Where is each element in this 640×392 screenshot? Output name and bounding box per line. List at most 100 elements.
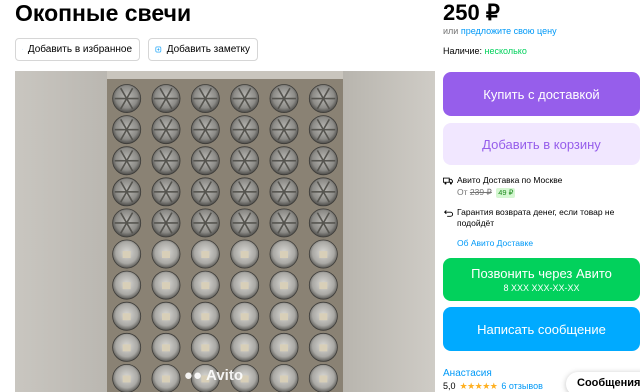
candle-tin: [308, 270, 338, 300]
messages-chat-label: Сообщения: [577, 377, 640, 389]
candle-tin: [308, 332, 338, 362]
candle-tin: [230, 301, 260, 331]
seller-rating: 5,0 ★★★★★ 6 отзывов: [443, 381, 543, 392]
add-note-label: Добавить заметку: [166, 44, 250, 55]
note-icon: [155, 46, 162, 53]
buy-with-delivery-button[interactable]: Купить с доставкой: [443, 72, 640, 116]
masked-phone-number: 8 XXX XXX-XX-XX: [503, 283, 580, 293]
call-via-avito-button[interactable]: Позвонить через Авито 8 XXX XXX-XX-XX: [443, 258, 640, 301]
add-to-favorites-button[interactable]: Добавить в избранное: [15, 38, 140, 61]
candle-tin: [151, 239, 181, 269]
candle-tin: [308, 84, 338, 113]
candle-tin: [269, 301, 299, 331]
candle-tin: [190, 332, 220, 362]
candle-tin: [190, 84, 220, 113]
listing-photo[interactable]: ●● Avito: [107, 71, 343, 392]
candle-tin: [190, 208, 220, 238]
gallery-blur-left: [15, 71, 107, 392]
candle-tin: [190, 146, 220, 176]
candle-tin: [151, 146, 181, 176]
candle-tin: [151, 364, 181, 392]
candle-tin: [230, 332, 260, 362]
candle-tin: [151, 177, 181, 207]
candle-tin: [190, 177, 220, 207]
candle-tin: [190, 301, 220, 331]
seller-rating-value: 5,0: [443, 381, 456, 391]
candle-tin: [308, 301, 338, 331]
candle-tin: [112, 364, 142, 392]
candle-tin: [112, 301, 142, 331]
guarantee-text: Гарантия возврата денег, если товар не п…: [457, 207, 615, 228]
delivery-title: Авито Доставка по Москве: [457, 175, 563, 185]
about-avito-delivery-link[interactable]: Об Авито Доставке: [457, 238, 533, 249]
candle-tin: [151, 301, 181, 331]
photo-gallery[interactable]: ●● Avito: [15, 71, 435, 392]
write-message-label: Написать сообщение: [477, 321, 606, 337]
truck-icon: [443, 177, 453, 185]
candle-tin: [269, 332, 299, 362]
avito-logo-icon: ●●: [183, 367, 203, 384]
candle-tin: [308, 146, 338, 176]
refund-icon: [444, 210, 453, 217]
availability-line: Наличие: несколько: [443, 45, 527, 57]
write-message-button[interactable]: Написать сообщение: [443, 307, 640, 351]
call-via-avito-label: Позвонить через Авито: [471, 266, 612, 281]
candle-tin: [230, 84, 260, 113]
candle-tin: [112, 177, 142, 207]
candle-tin: [151, 208, 181, 238]
candle-tin: [230, 239, 260, 269]
candle-tin: [112, 332, 142, 362]
candle-tin: [151, 115, 181, 145]
seller-name-link[interactable]: Анастасия: [443, 368, 492, 380]
avito-watermark: ●● Avito: [184, 367, 243, 384]
buy-with-delivery-label: Купить с доставкой: [483, 86, 600, 102]
listing-title: Окопные свечи: [15, 0, 192, 26]
candle-tin: [151, 332, 181, 362]
candle-tin: [190, 239, 220, 269]
candle-tin: [269, 146, 299, 176]
seller-reviews-link[interactable]: 6 отзывов: [501, 381, 543, 392]
candle-tin: [230, 177, 260, 207]
candle-tin: [112, 84, 142, 113]
candle-tin: [190, 115, 220, 145]
candle-tin: [269, 84, 299, 113]
messages-chat-button[interactable]: Сообщения: [566, 372, 640, 392]
candle-tin: [308, 177, 338, 207]
candle-tin: [269, 115, 299, 145]
candle-tin: [230, 208, 260, 238]
candle-tin: [112, 146, 142, 176]
delivery-from-label: От: [457, 187, 468, 197]
candle-tin: [112, 270, 142, 300]
add-to-cart-button[interactable]: Добавить в корзину: [443, 123, 640, 165]
price-value: 250 ₽: [443, 0, 500, 25]
star-icon: ★★★★★: [459, 381, 498, 391]
candle-tin: [308, 239, 338, 269]
add-to-cart-label: Добавить в корзину: [482, 136, 601, 152]
delivery-old-price: 239 ₽: [469, 187, 492, 197]
candle-tin: [190, 270, 220, 300]
candle-tin: [308, 208, 338, 238]
candle-tin: [230, 270, 260, 300]
candles-image: [107, 71, 343, 392]
candle-tin: [112, 239, 142, 269]
candle-tin: [269, 270, 299, 300]
gallery-blur-right: [343, 71, 435, 392]
add-to-favorites-label: Добавить в избранное: [27, 44, 132, 55]
availability-value: несколько: [484, 46, 527, 56]
candle-tin: [269, 364, 299, 392]
add-note-button[interactable]: Добавить заметку: [148, 38, 258, 61]
availability-label: Наличие:: [443, 46, 483, 56]
delivery-new-price-badge: 49 ₽: [496, 188, 516, 198]
offer-price-link[interactable]: предложите свою цену: [461, 26, 557, 36]
candle-tin: [269, 177, 299, 207]
heart-icon: [22, 49, 23, 50]
candle-tin: [151, 270, 181, 300]
candle-tin: [269, 239, 299, 269]
avito-watermark-text: Avito: [206, 367, 243, 384]
candle-tin: [269, 208, 299, 238]
candle-tin: [112, 115, 142, 145]
candle-tin: [112, 208, 142, 238]
candle-tin: [151, 84, 181, 113]
candle-tin: [230, 115, 260, 145]
price-offer-line: или предложите свою цену: [443, 25, 557, 37]
